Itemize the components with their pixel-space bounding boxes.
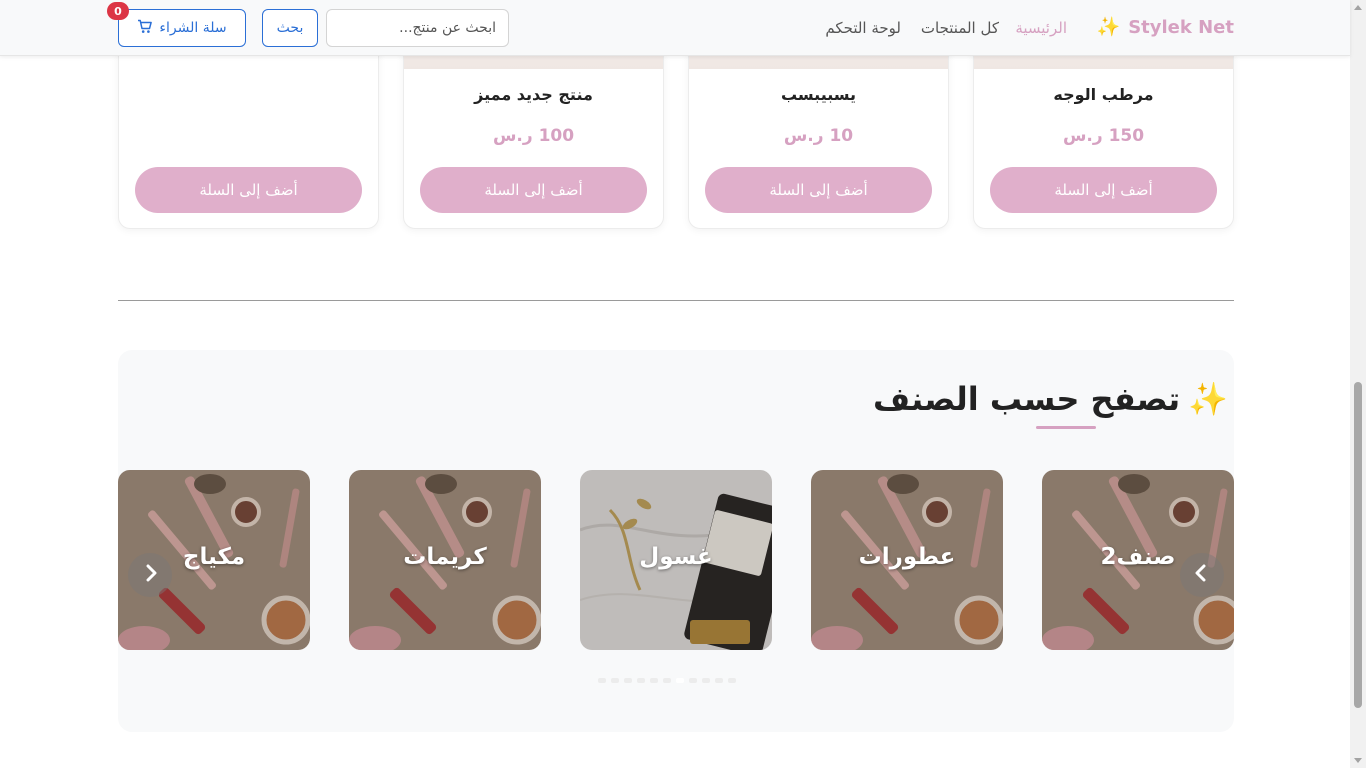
- add-to-cart-button[interactable]: أضف إلى السلة: [705, 167, 932, 213]
- cart-count-badge: 0: [107, 2, 129, 20]
- chevron-left-icon: [143, 563, 157, 587]
- chevron-right-icon: [1195, 563, 1209, 587]
- carousel-indicator[interactable]: [715, 678, 723, 683]
- nav-link-home[interactable]: الرئيسية: [1015, 19, 1067, 37]
- navbar: ✨ Stylek Net الرئيسية كل المنتجات لوحة ال…: [0, 0, 1350, 56]
- sparkles-icon: ✨: [1188, 380, 1228, 418]
- shopping-cart-icon: [137, 19, 153, 38]
- product-name: يسبيبسب: [780, 85, 857, 104]
- carousel-prev-button[interactable]: [128, 553, 172, 597]
- product-name: منتج جديد مميز: [474, 85, 593, 104]
- carousel-indicator[interactable]: [728, 678, 736, 683]
- title-underline: [1036, 426, 1096, 429]
- add-to-cart-button[interactable]: أضف إلى السلة: [990, 167, 1217, 213]
- search-input[interactable]: [326, 9, 509, 47]
- product-card: يسبيبسب 10 ر.س أضف إلى السلة: [688, 40, 949, 229]
- category-label: غسول: [639, 544, 713, 570]
- product-price: 10 ر.س: [783, 126, 854, 146]
- category-card[interactable]: غسول: [580, 470, 772, 650]
- carousel-indicator[interactable]: [598, 678, 606, 683]
- cart-button[interactable]: سلة الشراء: [118, 9, 246, 47]
- cart-label: سلة الشراء: [159, 20, 227, 36]
- page-scrollbar[interactable]: [1350, 0, 1366, 768]
- carousel-indicator[interactable]: [689, 678, 697, 683]
- add-to-cart-button[interactable]: أضف إلى السلة: [135, 167, 362, 213]
- section-divider: [118, 300, 1234, 301]
- carousel-indicator[interactable]: [663, 678, 671, 683]
- carousel-indicator[interactable]: [650, 678, 658, 683]
- add-to-cart-button[interactable]: أضف إلى السلة: [420, 167, 647, 213]
- product-price: 150 ر.س: [1062, 126, 1145, 146]
- carousel-indicator[interactable]: [702, 678, 710, 683]
- carousel-indicators: [598, 678, 736, 683]
- carousel-indicator[interactable]: [624, 678, 632, 683]
- carousel-indicator[interactable]: [611, 678, 619, 683]
- nav-link-all-products[interactable]: كل المنتجات: [921, 19, 999, 37]
- section-title-text: تصفح حسب الصنف: [873, 380, 1181, 418]
- scrollbar-thumb[interactable]: [1354, 382, 1362, 708]
- category-card[interactable]: كريمات: [349, 470, 541, 650]
- carousel-indicator[interactable]: [637, 678, 645, 683]
- scroll-down-icon[interactable]: [1354, 758, 1362, 763]
- brand-name: Stylek Net: [1128, 17, 1234, 38]
- carousel-next-button[interactable]: [1180, 553, 1224, 597]
- carousel-indicator[interactable]: [676, 678, 684, 683]
- section-title: ✨تصفح حسب الصنف: [873, 380, 1228, 418]
- product-card: أضف إلى السلة: [118, 40, 379, 229]
- brand-logo[interactable]: ✨ Stylek Net: [1097, 15, 1234, 38]
- product-card: منتج جديد مميز 100 ر.س أضف إلى السلة: [403, 40, 664, 229]
- search-button[interactable]: بحث: [262, 9, 318, 47]
- product-card: مرطب الوجه 150 ر.س أضف إلى السلة: [973, 40, 1234, 229]
- scroll-up-icon[interactable]: [1354, 5, 1362, 10]
- category-label: عطورات: [858, 544, 956, 570]
- categories-section: ✨تصفح حسب الصنف صنف2 عطورات غسول كريمات …: [118, 350, 1234, 732]
- nav-link-dashboard[interactable]: لوحة التحكم: [825, 19, 901, 37]
- category-card[interactable]: عطورات: [811, 470, 1003, 650]
- product-name: مرطب الوجه: [1053, 85, 1154, 104]
- product-price: 100 ر.س: [492, 126, 575, 146]
- sparkles-icon: ✨: [1096, 16, 1121, 38]
- category-label: كريمات: [403, 544, 487, 570]
